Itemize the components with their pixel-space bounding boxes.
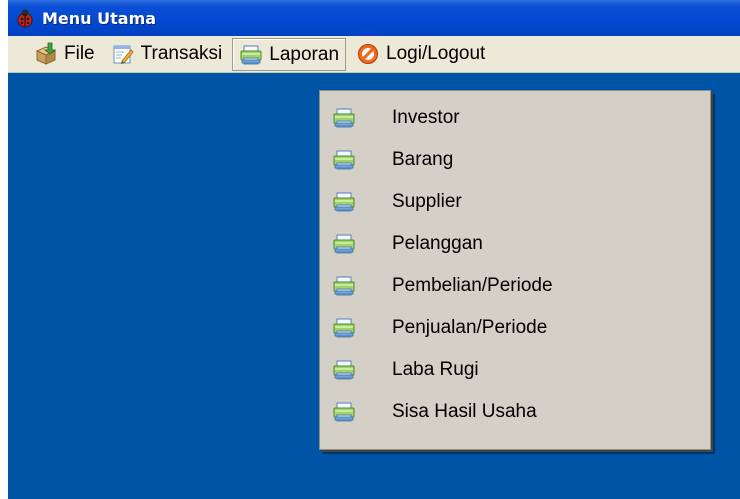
printer-icon bbox=[332, 191, 356, 213]
menu-item-label: Laba Rugi bbox=[392, 359, 479, 380]
menu-item-investor[interactable]: Investor bbox=[320, 100, 710, 136]
menu-item-pelanggan[interactable]: Pelanggan bbox=[320, 226, 710, 262]
menu-item-laba-rugi[interactable]: Laba Rugi bbox=[320, 352, 710, 388]
menu-item-penjualan-periode[interactable]: Penjualan/Periode bbox=[320, 310, 710, 346]
package-icon bbox=[35, 42, 57, 65]
menu-transaksi[interactable]: Transaksi bbox=[105, 38, 229, 70]
menu-item-pembelian-periode[interactable]: Pembelian/Periode bbox=[320, 268, 710, 304]
menu-item-label: Pelanggan bbox=[392, 233, 483, 254]
printer-icon bbox=[332, 359, 356, 381]
menu-item-label: Supplier bbox=[392, 191, 462, 212]
printer-icon bbox=[332, 149, 356, 171]
menu-logi-logout-label: Logi/Logout bbox=[386, 43, 486, 64]
printer-icon bbox=[332, 401, 356, 423]
outer-margin bbox=[0, 0, 8, 499]
menu-item-sisa-hasil-usaha[interactable]: Sisa Hasil Usaha bbox=[320, 394, 710, 430]
bug-icon bbox=[17, 9, 33, 28]
notepad-icon bbox=[113, 45, 134, 64]
printer-icon bbox=[332, 107, 356, 129]
menu-bar: File Transaksi Laporan Logi/Logout bbox=[8, 36, 740, 73]
menu-item-label: Penjualan/Periode bbox=[392, 317, 548, 338]
title-bar[interactable]: Menu Utama bbox=[8, 0, 740, 36]
no-entry-icon bbox=[358, 44, 379, 64]
menu-item-label: Barang bbox=[392, 149, 454, 170]
printer-icon bbox=[239, 43, 263, 67]
menu-laporan[interactable]: Laporan bbox=[232, 38, 347, 71]
menu-file-label: File bbox=[64, 43, 95, 64]
window-title: Menu Utama bbox=[42, 8, 157, 28]
menu-item-supplier[interactable]: Supplier bbox=[320, 184, 710, 220]
printer-icon bbox=[332, 317, 356, 339]
printer-icon bbox=[332, 275, 356, 297]
menu-logi-logout[interactable]: Logi/Logout bbox=[350, 38, 491, 70]
menu-item-label: Sisa Hasil Usaha bbox=[392, 401, 537, 422]
menu-laporan-label: Laporan bbox=[269, 43, 340, 65]
menu-item-barang[interactable]: Barang bbox=[320, 142, 710, 178]
menu-item-label: Investor bbox=[392, 107, 460, 128]
printer-icon bbox=[332, 233, 356, 255]
laporan-dropdown-menu: Investor Barang Supplier Pelanggan Pembe… bbox=[319, 90, 711, 450]
menu-transaksi-label: Transaksi bbox=[140, 43, 223, 64]
menu-item-label: Pembelian/Periode bbox=[392, 275, 553, 296]
menu-file[interactable]: File bbox=[28, 38, 101, 70]
